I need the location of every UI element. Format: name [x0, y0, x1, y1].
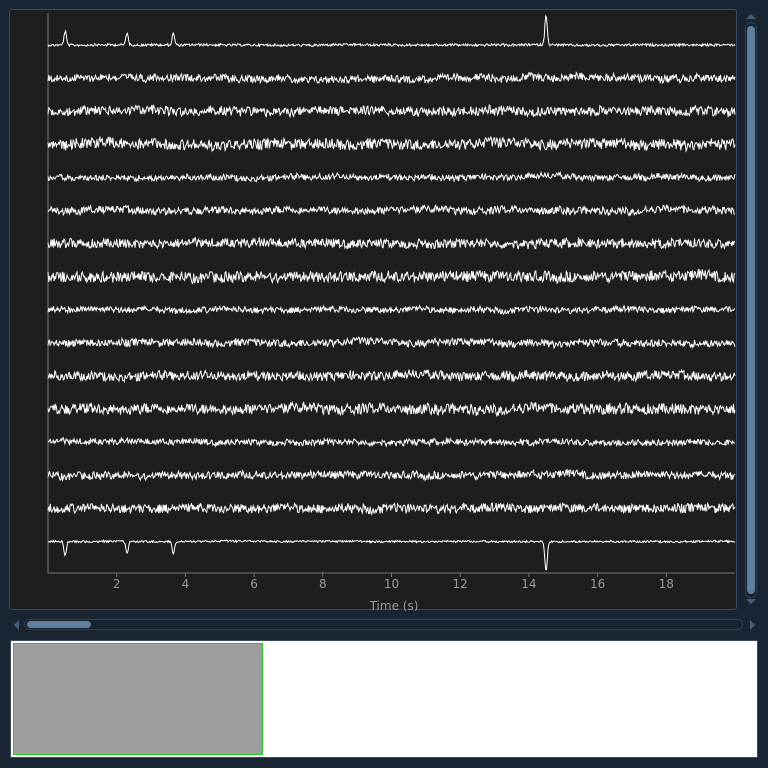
scroll-down-icon[interactable]	[746, 599, 756, 604]
channel-trace	[47, 203, 736, 217]
channel-trace	[47, 268, 736, 285]
channel-trace	[47, 501, 736, 516]
x-tick-label: 6	[250, 577, 258, 591]
channel-trace	[47, 468, 736, 482]
x-tick-label: 4	[182, 577, 190, 591]
x-axis-ticks: 2 4 6 8 10 12 14 16 18	[113, 573, 674, 591]
channel-trace	[47, 71, 736, 85]
overview-navigator[interactable]	[10, 640, 758, 758]
signal-plot-panel[interactable]: 2 4 6 8 10 12 14 16 18 Time (s)	[9, 9, 738, 611]
vertical-scrollbar[interactable]	[741, 10, 761, 610]
horizontal-scrollbar[interactable]	[10, 616, 760, 634]
channel-trace	[47, 170, 736, 183]
x-tick-label: 12	[453, 577, 468, 591]
vertical-scroll-thumb[interactable]	[747, 26, 755, 594]
x-tick-label: 16	[590, 577, 605, 591]
channel-trace	[47, 304, 736, 316]
scroll-left-icon[interactable]	[14, 620, 19, 630]
scroll-right-icon[interactable]	[750, 620, 755, 630]
horizontal-scroll-track[interactable]	[24, 619, 743, 630]
x-tick-label: 2	[113, 577, 121, 591]
channel-trace	[47, 135, 736, 153]
x-tick-label: 10	[384, 577, 399, 591]
channel-trace	[47, 436, 736, 448]
x-tick-label: 18	[659, 577, 674, 591]
x-axis-label: Time (s)	[369, 599, 419, 611]
channel-trace	[47, 538, 736, 571]
channel-trace	[47, 236, 736, 251]
channel-trace	[47, 336, 736, 350]
trace-group	[47, 14, 736, 571]
channel-trace	[47, 368, 736, 384]
channel-trace	[47, 104, 736, 119]
overview-view-window[interactable]	[13, 643, 263, 755]
horizontal-scroll-thumb[interactable]	[27, 621, 91, 628]
x-tick-label: 14	[521, 577, 536, 591]
channel-trace	[47, 14, 736, 48]
eeg-traces-chart[interactable]: 2 4 6 8 10 12 14 16 18 Time (s)	[10, 10, 738, 611]
scroll-up-icon[interactable]	[746, 14, 756, 19]
channel-trace	[47, 400, 736, 418]
x-tick-label: 8	[319, 577, 327, 591]
